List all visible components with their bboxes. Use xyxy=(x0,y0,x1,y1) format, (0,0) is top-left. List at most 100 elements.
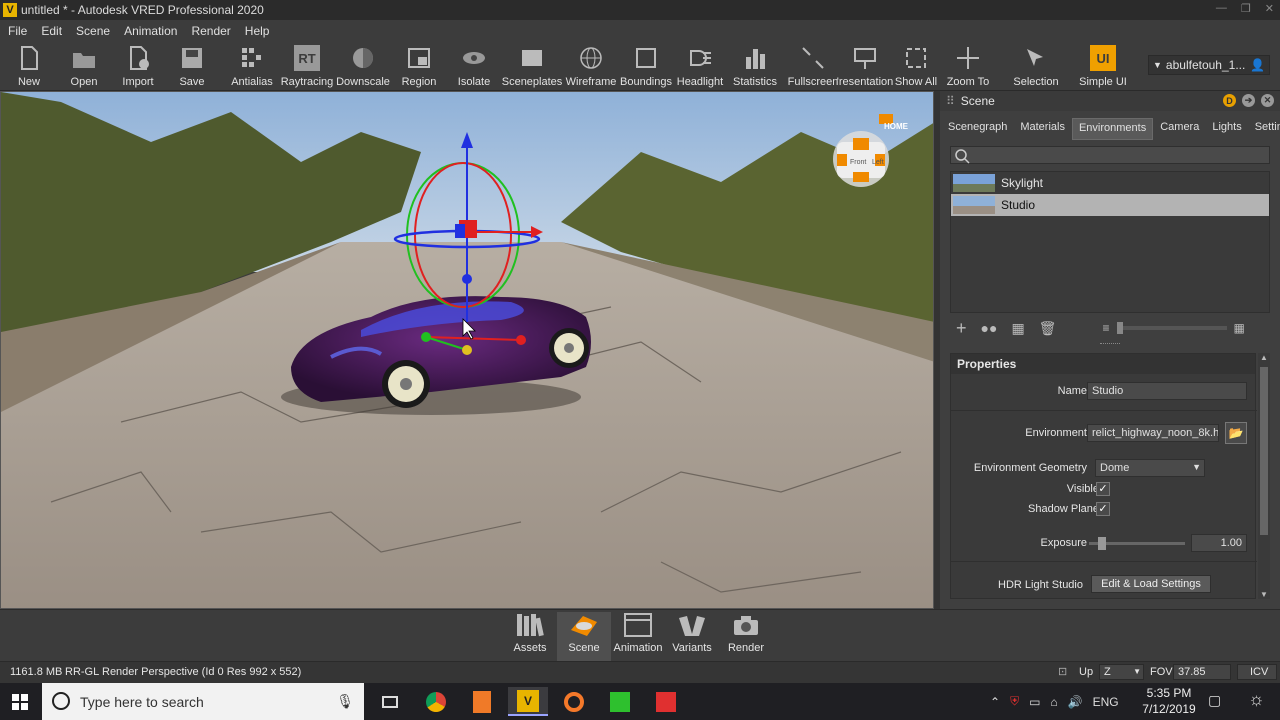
shadow-plane-label: Shadow Plane xyxy=(1028,503,1099,515)
headlight-button[interactable]: Headlight xyxy=(672,43,728,89)
menu-help[interactable]: Help xyxy=(245,24,270,38)
blender-icon[interactable] xyxy=(554,687,594,716)
vred-taskbar-icon[interactable]: V xyxy=(508,687,548,716)
sceneplates-button[interactable]: Sceneplates xyxy=(502,43,562,89)
new-button[interactable]: New xyxy=(1,43,57,89)
link-icon[interactable]: ●● xyxy=(981,320,998,336)
menu-scene[interactable]: Scene xyxy=(76,24,110,38)
menu-render[interactable]: Render xyxy=(191,24,230,38)
clock[interactable]: 5:35 PM 7/12/2019 xyxy=(1138,685,1200,717)
icv-button[interactable]: ICV xyxy=(1237,664,1277,680)
list-item-skylight[interactable]: Skylight xyxy=(951,172,1269,194)
exposure-slider[interactable] xyxy=(1089,537,1185,550)
minimize-icon[interactable]: — xyxy=(1216,2,1227,15)
panel-badge-icon[interactable]: D xyxy=(1223,94,1236,107)
fov-field[interactable]: 37.85 xyxy=(1173,664,1231,680)
close-icon[interactable]: ✕ xyxy=(1265,2,1274,15)
brightness-icon[interactable]: ☼ xyxy=(1248,689,1265,710)
fullscreen-button[interactable]: Fullscreen xyxy=(785,43,841,89)
headlight-icon xyxy=(690,50,711,66)
wireframe-button[interactable]: Wireframe xyxy=(563,43,619,89)
visible-checkbox[interactable]: ✓ xyxy=(1096,482,1110,496)
status-bar: 1161.8 MB RR-GL Render Perspective (Id 0… xyxy=(0,661,1280,683)
open-button[interactable]: Open xyxy=(56,43,112,89)
microphone-icon[interactable]: 🎙 xyxy=(336,693,354,710)
task-view-icon[interactable] xyxy=(370,687,410,716)
environment-file-field[interactable]: relict_highway_noon_8k.hdr xyxy=(1087,424,1219,442)
menu-file[interactable]: File xyxy=(8,24,27,38)
environment-search-input[interactable] xyxy=(950,146,1270,164)
close-panel-icon[interactable]: ✕ xyxy=(1261,94,1274,107)
raytracing-button[interactable]: RT Raytracing xyxy=(279,43,335,89)
security-icon[interactable]: ⛨ xyxy=(1010,694,1019,709)
tab-materials[interactable]: Materials xyxy=(1014,118,1071,140)
grid-view-icon[interactable]: ▦ xyxy=(1233,321,1244,335)
up-axis-dropdown[interactable]: Z ▼ xyxy=(1099,664,1144,680)
exposure-field[interactable]: 1.00 xyxy=(1191,534,1247,552)
drag-handle-icon[interactable]: ⠿ xyxy=(946,94,955,108)
selection-button[interactable]: Selection xyxy=(1008,43,1064,89)
zoom-to-button[interactable]: Zoom To xyxy=(940,43,996,89)
group-icon[interactable]: ▦ xyxy=(1011,320,1024,337)
name-field[interactable]: Studio xyxy=(1087,382,1247,400)
statistics-button[interactable]: Statistics xyxy=(727,43,783,89)
menu-animation[interactable]: Animation xyxy=(124,24,177,38)
module-variants[interactable]: Variants xyxy=(665,612,719,662)
boundings-button[interactable]: Boundings xyxy=(618,43,674,89)
module-scene[interactable]: Scene xyxy=(557,612,611,662)
file-app-icon[interactable] xyxy=(462,687,502,716)
isolate-icon xyxy=(463,52,485,64)
taskbar-search-box[interactable]: Type here to search 🎙 xyxy=(42,683,364,720)
tab-environments[interactable]: Environments xyxy=(1071,118,1154,140)
module-assets[interactable]: Assets xyxy=(503,612,557,662)
chrome-icon[interactable] xyxy=(416,687,456,716)
list-view-icon[interactable]: ≡ xyxy=(1102,321,1109,335)
presentation-button[interactable]: 'resentation xyxy=(837,43,893,89)
list-item-studio[interactable]: Studio xyxy=(951,194,1269,216)
simple-ui-button[interactable]: UI Simple UI xyxy=(1075,43,1131,89)
downscale-button[interactable]: Downscale xyxy=(335,43,391,89)
exposure-slider-handle[interactable] xyxy=(1097,537,1106,550)
notifications-icon[interactable]: ▢ xyxy=(1208,692,1221,709)
scroll-down-icon[interactable]: ▼ xyxy=(1260,590,1268,599)
volume-icon[interactable]: 🔊 xyxy=(1068,695,1083,709)
menu-edit[interactable]: Edit xyxy=(41,24,62,38)
thumbnail-size-slider[interactable] xyxy=(1117,322,1228,334)
isolate-button[interactable]: Isolate xyxy=(446,43,502,89)
user-account-dropdown[interactable]: ▼ abulfetouh_1... 👤 xyxy=(1148,55,1270,75)
tab-camera[interactable]: Camera xyxy=(1154,118,1205,140)
antialias-button[interactable]: Antialias xyxy=(224,43,280,89)
language-indicator[interactable]: ENG xyxy=(1093,695,1119,709)
tab-scenegraph[interactable]: Scenegraph xyxy=(942,118,1013,140)
add-icon[interactable]: + xyxy=(956,318,967,339)
scene-panel-header: ⠿ Scene D ➔ ✕ xyxy=(940,91,1280,111)
chevron-up-icon[interactable]: ⌃ xyxy=(990,695,1000,709)
splitter-handle[interactable] xyxy=(1100,343,1120,347)
browse-folder-icon[interactable]: 📂 xyxy=(1225,422,1247,444)
restore-icon[interactable]: ❐ xyxy=(1241,2,1251,15)
scrollbar-thumb[interactable] xyxy=(1260,367,1268,535)
render-viewport[interactable]: Front Left HOME xyxy=(0,91,934,609)
tab-lights[interactable]: Lights xyxy=(1206,118,1247,140)
region-button[interactable]: Region xyxy=(391,43,447,89)
detach-icon[interactable]: ➔ xyxy=(1242,94,1255,107)
module-animation[interactable]: Animation xyxy=(611,612,665,662)
geometry-dropdown[interactable]: Dome ▼ xyxy=(1095,459,1205,477)
show-all-button[interactable]: Show All xyxy=(888,43,944,89)
windows-start-icon[interactable] xyxy=(12,694,28,710)
module-render[interactable]: Render xyxy=(719,612,773,662)
shadow-plane-checkbox[interactable]: ✓ xyxy=(1096,502,1110,516)
new-file-icon xyxy=(21,46,38,70)
edit-load-settings-button[interactable]: Edit & Load Settings xyxy=(1091,575,1211,593)
network-icon[interactable]: ⌂ xyxy=(1050,695,1057,709)
green-app-icon[interactable] xyxy=(600,687,640,716)
import-button[interactable]: Import xyxy=(110,43,166,89)
properties-scrollbar[interactable]: ▲ ▼ xyxy=(1258,353,1270,599)
scroll-up-icon[interactable]: ▲ xyxy=(1260,353,1268,362)
delete-icon[interactable]: 🗑 xyxy=(1039,320,1057,337)
battery-icon[interactable]: ▭ xyxy=(1029,695,1040,709)
save-button[interactable]: Save xyxy=(164,43,220,89)
tab-settings[interactable]: Settings xyxy=(1249,118,1280,140)
divider xyxy=(951,561,1257,562)
red-app-icon[interactable] xyxy=(646,687,686,716)
